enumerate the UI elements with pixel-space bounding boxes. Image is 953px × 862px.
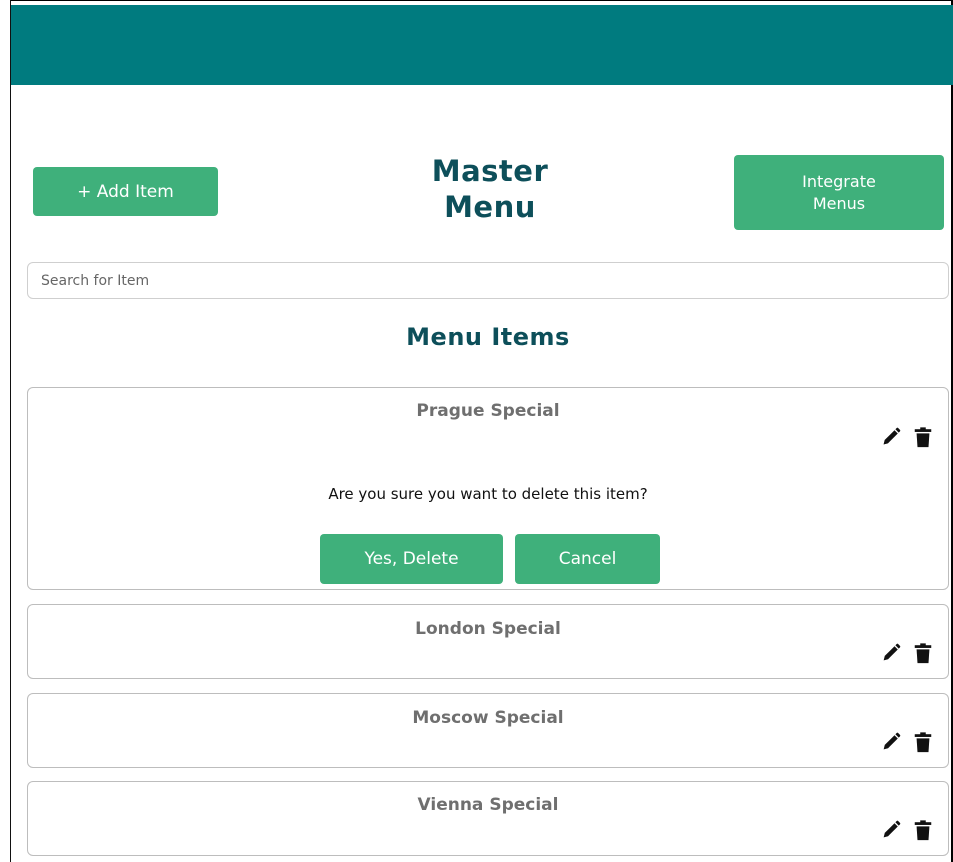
- left-edge: [0, 0, 11, 862]
- pencil-icon[interactable]: [880, 426, 902, 448]
- pencil-icon[interactable]: [880, 642, 902, 664]
- search-input[interactable]: [27, 262, 949, 299]
- add-item-button[interactable]: + Add Item: [33, 167, 218, 216]
- menu-item-title: Prague Special: [416, 401, 560, 421]
- menu-item-title: London Special: [415, 619, 561, 639]
- trash-icon[interactable]: [912, 426, 934, 448]
- item-actions: [880, 731, 934, 753]
- integrate-menus-button[interactable]: Integrate Menus: [734, 155, 944, 230]
- trash-icon[interactable]: [912, 642, 934, 664]
- menu-item-title: Moscow Special: [412, 708, 564, 728]
- cancel-delete-button[interactable]: Cancel: [515, 534, 660, 584]
- menu-item-card: London Special: [27, 604, 949, 679]
- menu-item-title: Vienna Special: [417, 795, 559, 815]
- item-actions: [880, 642, 934, 664]
- trash-icon[interactable]: [912, 731, 934, 753]
- menu-item-card: Vienna Special: [27, 781, 949, 856]
- page-title: Master Menu: [431, 154, 549, 224]
- menu-items-heading: Menu Items: [406, 323, 570, 351]
- trash-icon[interactable]: [912, 819, 934, 841]
- pencil-icon[interactable]: [880, 819, 902, 841]
- menu-item-card: Moscow Special: [27, 693, 949, 768]
- item-actions: [880, 426, 934, 448]
- menu-item-card: Prague Special Are you sure you want to …: [27, 387, 949, 590]
- top-header-bar: [11, 5, 953, 85]
- delete-confirm-text: Are you sure you want to delete this ite…: [328, 485, 648, 503]
- pencil-icon[interactable]: [880, 731, 902, 753]
- confirm-delete-button[interactable]: Yes, Delete: [320, 534, 503, 584]
- item-actions: [880, 819, 934, 841]
